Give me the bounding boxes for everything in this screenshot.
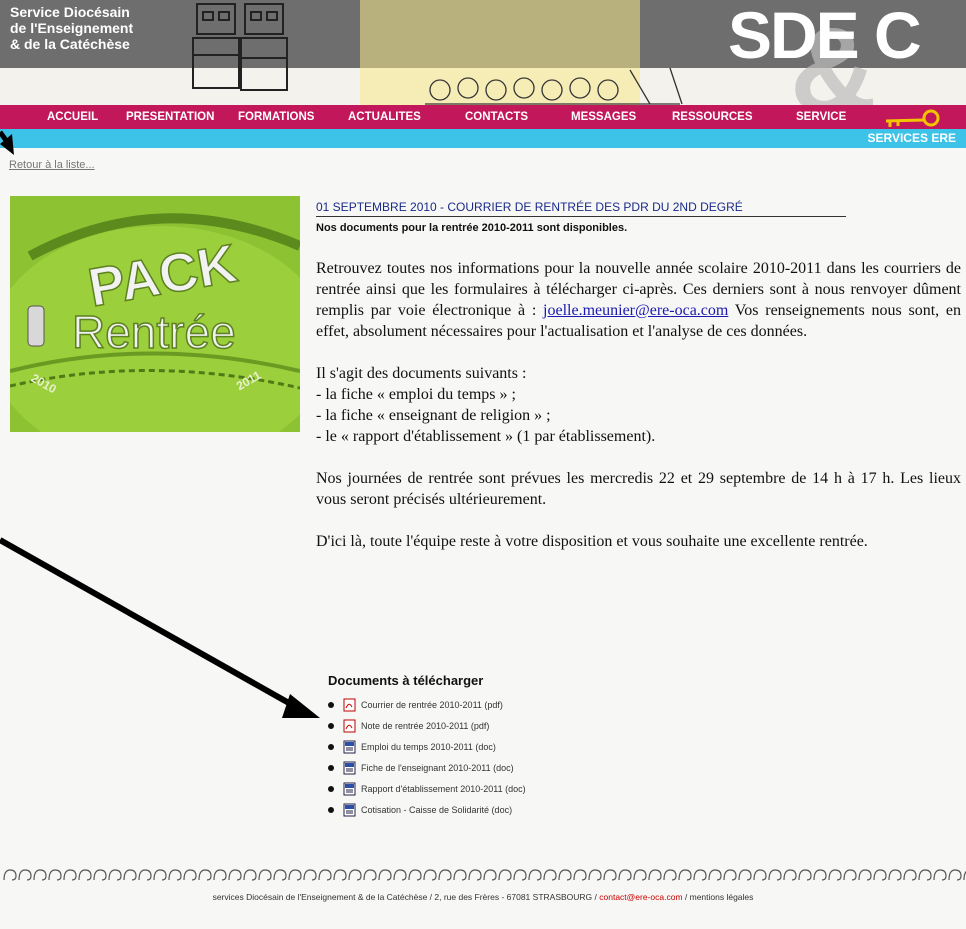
document-label[interactable]: Cotisation - Caisse de Solidarité (doc) [361,805,512,815]
bullet-icon [328,785,334,792]
site-name[interactable]: Service Diocésain de l'Enseignement & de… [10,4,200,52]
document-label[interactable]: Rapport d'établissement 2010-2011 (doc) [361,784,526,794]
sde-c-logo[interactable]: SDE C [728,2,922,68]
nav-item-formations[interactable]: FORMATIONS [238,111,314,123]
sub-navigation-bar: SERVICES ERE [0,129,966,148]
article-title[interactable]: 01 SEPTEMBRE 2010 - COURRIER DE RENTRÉE … [316,200,846,217]
list-intro: Il s'agit des documents suivants : [316,365,527,382]
word-icon[interactable] [343,761,356,775]
bullet-icon [328,764,334,771]
bullet-icon [328,701,334,708]
document-link[interactable]: Cotisation - Caisse de Solidarité (doc) [328,799,526,820]
nav-item-service[interactable]: SERVICE [796,111,846,123]
usb-drawing-icon [192,3,288,91]
bullet-icon [328,722,334,729]
word-icon[interactable] [343,803,356,817]
article-paragraph-4: D'ici là, toute l'équipe reste à votre d… [316,533,868,550]
document-label[interactable]: Courrier de rentrée 2010-2011 (pdf) [361,700,503,710]
nav-item-accueil[interactable]: ACCUEIL [47,111,98,123]
footer-decorative-border [3,869,966,881]
document-link[interactable]: Emploi du temps 2010-2011 (doc) [328,736,526,757]
document-label[interactable]: Emploi du temps 2010-2011 (doc) [361,742,496,752]
site-header: & Service Diocésain de l'Enseignement & … [0,0,966,105]
documents-heading: Documents à télécharger [328,673,484,688]
document-label[interactable]: Fiche de l'enseignant 2010-2011 (doc) [361,763,514,773]
key-icon [885,109,940,127]
main-navigation: ACCUEIL PRESENTATION FORMATIONS ACTUALIT… [0,105,966,129]
services-ere-label[interactable]: SERVICES ERE [868,131,956,145]
document-label[interactable]: Note de rentrée 2010-2011 (pdf) [361,721,489,731]
article-paragraph-1: Retrouvez toutes nos informations pour l… [316,258,961,342]
nav-item-actualites[interactable]: ACTUALITES [348,111,421,123]
rentree-text: Rentrée [72,306,236,358]
article-body: Retrouvez toutes nos informations pour l… [316,258,961,573]
list-item: - la fiche « enseignant de religion » ; [316,407,551,424]
document-link[interactable]: Courrier de rentrée 2010-2011 (pdf) [328,694,526,715]
nav-item-contacts[interactable]: CONTACTS [465,111,528,123]
site-footer: services Diocésain de l'Enseignement & d… [0,892,966,910]
pack-rentree-image: PACK Rentrée 2010 2011 [10,196,300,432]
back-to-list-link[interactable]: Retour à la liste... [9,159,95,171]
bullet-icon [328,743,334,750]
article-lead: Nos documents pour la rentrée 2010-2011 … [316,222,628,234]
children-drawing-icon [425,67,683,105]
article-paragraph-3: Nos journées de rentrée sont prévues les… [316,470,961,508]
email-link[interactable]: joelle.meunier@ere-oca.com [543,302,728,319]
bullet-icon [328,806,334,813]
arrow-head-documents [282,694,320,718]
footer-email-link[interactable]: contact@ere-oca.com [599,892,682,902]
word-icon[interactable] [343,782,356,796]
document-link[interactable]: Rapport d'établissement 2010-2011 (doc) [328,778,526,799]
word-icon[interactable] [343,740,356,754]
article-paragraph-2: Il s'agit des documents suivants : - la … [316,363,961,447]
arrow-to-documents [0,537,298,710]
nav-item-messages[interactable]: MESSAGES [571,111,636,123]
document-link[interactable]: Fiche de l'enseignant 2010-2011 (doc) [328,757,526,778]
list-item: - la fiche « emploi du temps » ; [316,386,516,403]
pdf-icon[interactable] [343,698,356,712]
footer-address: services Diocésain de l'Enseignement & d… [212,892,600,902]
documents-section: Documents à télécharger Courrier de rent… [328,673,526,820]
footer-legal-link[interactable]: / mentions légales [683,892,754,902]
pdf-icon[interactable] [343,719,356,733]
document-link[interactable]: Note de rentrée 2010-2011 (pdf) [328,715,526,736]
nav-item-ressources[interactable]: RESSOURCES [672,111,753,123]
nav-item-presentation[interactable]: PRESENTATION [126,111,214,123]
list-item: - le « rapport d'établissement » (1 par … [316,428,656,445]
